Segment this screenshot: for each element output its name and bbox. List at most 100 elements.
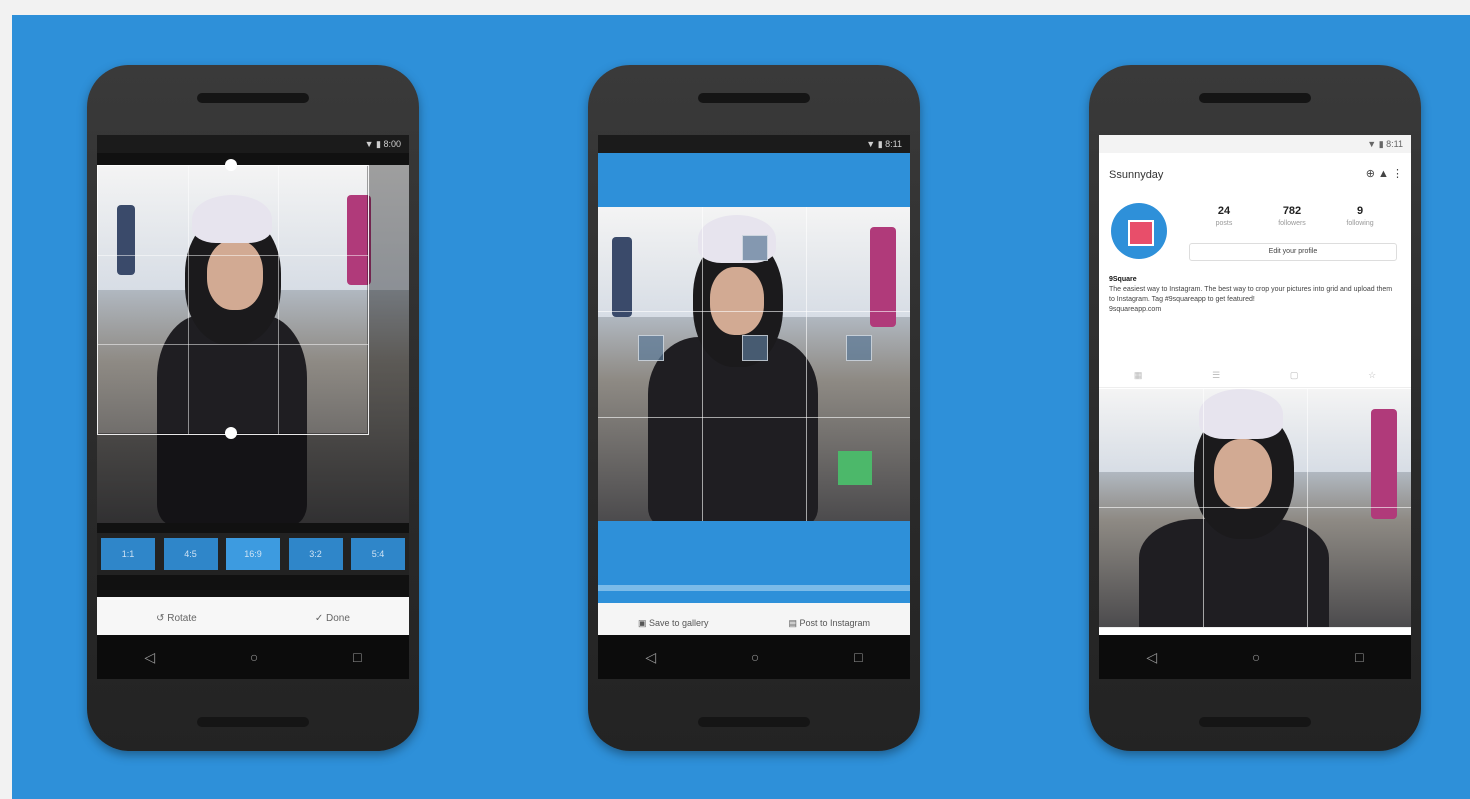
photo-bystander xyxy=(612,237,632,317)
crop-grid-line xyxy=(98,344,368,345)
done-label: Done xyxy=(326,612,350,624)
phone-profile-screen: ▼ ▮ 8:11 Ssunnyday ⊕ ▲ ⋮ 24 posts 782 foll… xyxy=(1089,65,1421,751)
bio-text: The easiest way to Instagram. The best w… xyxy=(1109,286,1393,303)
home-icon[interactable]: ○ xyxy=(250,649,258,665)
crop-grid-line xyxy=(188,166,189,434)
status-text: ▼ ▮ 8:00 xyxy=(364,139,401,149)
tile-number-icon[interactable] xyxy=(846,335,872,361)
saved-icon[interactable]: ☆ xyxy=(1368,370,1376,381)
back-icon[interactable]: ◁ xyxy=(645,649,656,666)
profile-view-tabs: ▦ ☰ ▢ ☆ xyxy=(1099,363,1411,388)
posts-value: 24 xyxy=(1217,205,1231,217)
phone-speaker xyxy=(197,717,309,727)
list-view-icon[interactable]: ☰ xyxy=(1212,370,1220,381)
crop-grid-line xyxy=(98,255,368,256)
tile-posted-indicator[interactable] xyxy=(838,451,872,485)
profile-menu-icons[interactable]: ⊕ ▲ ⋮ xyxy=(1366,167,1403,180)
following-label: following xyxy=(1346,220,1374,227)
done-button[interactable]: ✓ Done xyxy=(315,613,350,624)
grid-divider xyxy=(1203,389,1204,627)
recent-apps-icon[interactable]: □ xyxy=(854,649,862,665)
ratio-button-5[interactable]: 5:4 xyxy=(351,538,405,570)
status-bar: ▼ ▮ 8:00 xyxy=(97,135,409,153)
posts-count[interactable]: 24 posts xyxy=(1189,205,1259,227)
phone-speaker xyxy=(698,717,810,727)
grid-view-icon[interactable]: ▦ xyxy=(1134,370,1143,381)
phone-speaker xyxy=(1199,717,1311,727)
followers-label: followers xyxy=(1278,220,1306,227)
android-nav-bar: ◁ ○ □ xyxy=(1099,635,1411,679)
profile-screen: ▼ ▮ 8:11 Ssunnyday ⊕ ▲ ⋮ 24 posts 782 foll… xyxy=(1099,135,1411,679)
status-bar: ▼ ▮ 8:11 xyxy=(598,135,910,153)
crop-outside-shade xyxy=(367,165,409,523)
profile-bio: 9Square The easiest way to Instagram. Th… xyxy=(1109,275,1399,315)
recent-apps-icon[interactable]: □ xyxy=(353,649,361,665)
grid-divider xyxy=(702,207,703,521)
following-value: 9 xyxy=(1356,205,1364,217)
status-text: ▼ ▮ 8:11 xyxy=(1367,139,1403,149)
posts-label: posts xyxy=(1215,220,1233,227)
bio-name: 9Square xyxy=(1109,276,1137,283)
phone-speaker xyxy=(698,93,810,103)
rotate-label: Rotate xyxy=(167,612,197,624)
tile-number-icon[interactable] xyxy=(742,235,768,261)
status-text: ▼ ▮ 8:11 xyxy=(866,139,902,149)
crop-outside-shade xyxy=(97,433,367,523)
save-to-gallery-label: Save to gallery xyxy=(648,617,709,628)
photo-bystander xyxy=(1371,409,1397,519)
grid-divider xyxy=(598,311,910,312)
grid-divider xyxy=(598,417,910,418)
instagram-icon: ▤ xyxy=(788,617,797,628)
post-to-instagram-button[interactable]: ▤ Post to Instagram xyxy=(788,618,870,629)
home-icon[interactable]: ○ xyxy=(1252,649,1260,665)
photo-subject-hat xyxy=(1199,389,1283,439)
ratio-button-1[interactable]: 1:1 xyxy=(101,538,155,570)
grid-divider xyxy=(1099,507,1411,508)
crop-screen: ▼ ▮ 8:00 1:1 4:5 16:9 3:2 5:4 ↺ Rotate ✓… xyxy=(97,135,409,679)
grid-screen: ▼ ▮ 8:11 ▣ Save to gallery ▤ Post to Ins… xyxy=(598,135,910,679)
app-logo-icon xyxy=(1128,220,1154,246)
ratio-button-2[interactable]: 4:5 xyxy=(163,538,218,570)
app-showcase-background: ▼ ▮ 8:00 1:1 4:5 16:9 3:2 5:4 ↺ Rotate ✓… xyxy=(12,15,1470,799)
aspect-ratio-bar: 1:1 4:5 16:9 3:2 5:4 xyxy=(97,533,409,575)
rotate-icon: ↺ xyxy=(156,612,165,624)
following-count[interactable]: 9 following xyxy=(1325,205,1395,227)
profile-avatar[interactable] xyxy=(1111,203,1167,259)
crop-frame[interactable] xyxy=(97,165,369,435)
followers-value: 782 xyxy=(1282,205,1302,217)
crop-handle-top[interactable] xyxy=(225,159,237,171)
save-icon: ▣ xyxy=(637,617,647,628)
back-icon[interactable]: ◁ xyxy=(144,649,155,666)
profile-username: Ssunnyday xyxy=(1109,169,1164,181)
followers-count[interactable]: 782 followers xyxy=(1257,205,1327,227)
tagged-icon[interactable]: ▢ xyxy=(1290,370,1299,381)
status-bar: ▼ ▮ 8:11 xyxy=(1099,135,1411,153)
profile-grid-photo[interactable] xyxy=(1099,389,1411,627)
phone-speaker xyxy=(1199,93,1311,103)
phone-crop-screen: ▼ ▮ 8:00 1:1 4:5 16:9 3:2 5:4 ↺ Rotate ✓… xyxy=(87,65,419,751)
crop-grid-line xyxy=(278,166,279,434)
android-nav-bar: ◁ ○ □ xyxy=(598,635,910,679)
check-icon: ✓ xyxy=(314,612,324,624)
recent-apps-icon[interactable]: □ xyxy=(1355,649,1363,665)
photo-subject-face xyxy=(1214,439,1272,509)
ratio-button-4[interactable]: 3:2 xyxy=(288,538,343,570)
android-nav-bar: ◁ ○ □ xyxy=(97,635,409,679)
ratio-button-3[interactable]: 16:9 xyxy=(226,538,280,570)
crop-action-bar: ↺ Rotate ✓ Done xyxy=(97,597,409,639)
grid-divider xyxy=(1307,389,1308,627)
bio-link[interactable]: 9squareapp.com xyxy=(1109,306,1161,313)
photo-subject-face xyxy=(710,267,764,335)
back-icon[interactable]: ◁ xyxy=(1146,649,1157,666)
instagram-profile: Ssunnyday ⊕ ▲ ⋮ 24 posts 782 followers 9 fo… xyxy=(1099,153,1411,654)
edit-profile-button[interactable]: Edit your profile xyxy=(1189,243,1397,261)
rotate-button[interactable]: ↺ Rotate xyxy=(156,613,197,624)
grid-divider xyxy=(806,207,807,521)
save-to-gallery-button[interactable]: ▣ Save to gallery xyxy=(638,618,709,629)
crop-handle-bottom[interactable] xyxy=(225,427,237,439)
phone-speaker xyxy=(197,93,309,103)
home-icon[interactable]: ○ xyxy=(751,649,759,665)
tile-number-icon[interactable] xyxy=(638,335,664,361)
tile-number-icon[interactable] xyxy=(742,335,768,361)
phone-grid-screen: ▼ ▮ 8:11 ▣ Save to gallery ▤ Post to Ins… xyxy=(588,65,920,751)
